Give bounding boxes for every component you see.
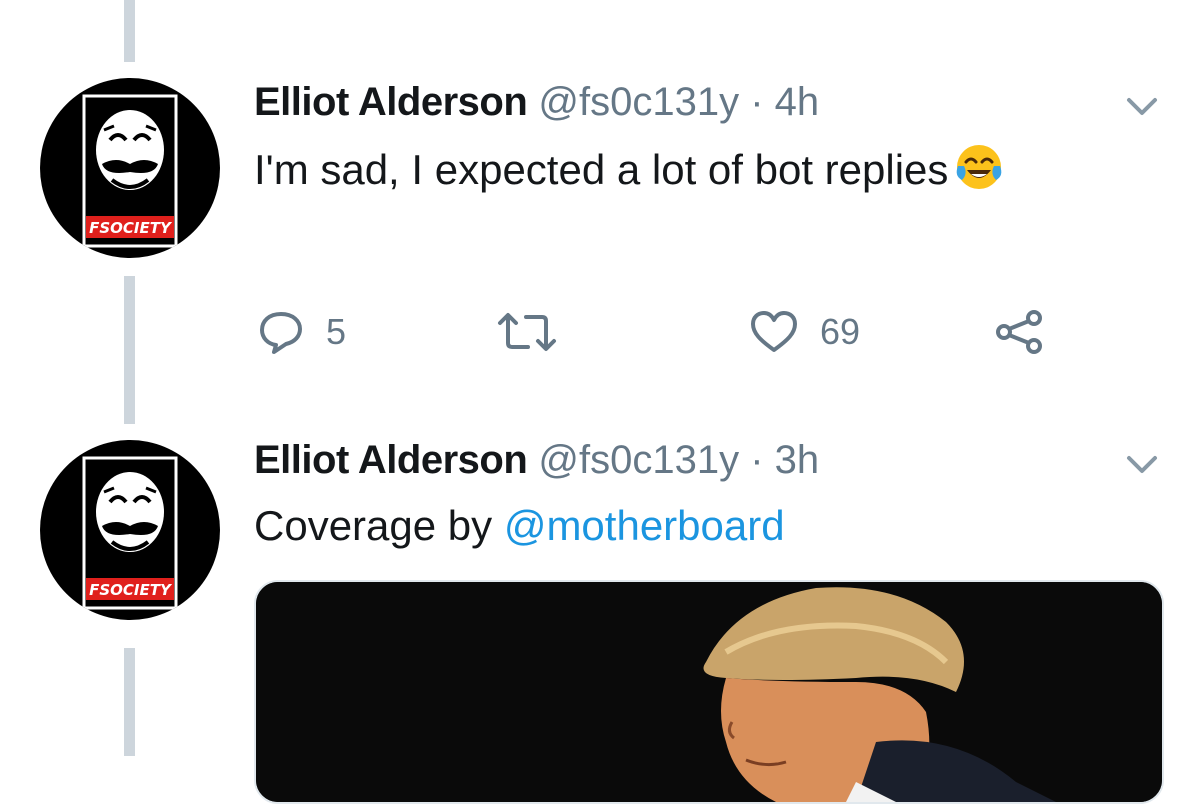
- tweet-text: Coverage by @motherboard: [254, 500, 785, 552]
- retweet-icon: [498, 313, 556, 351]
- thread-line: [124, 648, 135, 756]
- heart-icon: [751, 311, 797, 352]
- reply-count: 5: [326, 311, 347, 352]
- thread-line: [124, 276, 135, 424]
- chevron-down-icon[interactable]: [1126, 454, 1158, 476]
- share-icon: [996, 310, 1042, 354]
- fsociety-mask-icon: FSOCIETY: [82, 94, 178, 248]
- like-count: 69: [820, 311, 861, 352]
- tweet-text: I'm sad, I expected a lot of bot replies: [254, 142, 1004, 196]
- avatar[interactable]: FSOCIETY: [40, 440, 220, 620]
- tweet-body: Coverage by: [254, 502, 504, 549]
- reply-button[interactable]: 5: [258, 302, 346, 362]
- avatar-label: FSOCIETY: [89, 581, 173, 599]
- avatar[interactable]: FSOCIETY: [40, 78, 220, 258]
- thread-line: [124, 0, 135, 62]
- separator-dot: ·: [750, 438, 764, 482]
- avatar-label: FSOCIETY: [89, 219, 173, 237]
- tweet-header: Elliot Alderson @fs0c131y · 3h: [254, 436, 819, 484]
- separator-dot: ·: [750, 80, 764, 124]
- author-name[interactable]: Elliot Alderson: [254, 80, 528, 124]
- like-button[interactable]: 69: [750, 302, 860, 362]
- author-name[interactable]: Elliot Alderson: [254, 438, 528, 482]
- tweet-media-image[interactable]: [254, 580, 1164, 804]
- fsociety-mask-icon: FSOCIETY: [82, 456, 178, 610]
- chevron-down-icon[interactable]: [1126, 96, 1158, 118]
- tweet-body: I'm sad, I expected a lot of bot replies: [254, 146, 949, 193]
- photo-icon: [256, 582, 1162, 802]
- tweet-actions: 5 69: [254, 302, 1114, 362]
- share-button[interactable]: [994, 302, 1044, 362]
- tweet-timestamp[interactable]: 3h: [775, 438, 820, 482]
- retweet-button[interactable]: [496, 302, 580, 362]
- face-with-tears-of-joy-icon: [957, 145, 1002, 189]
- author-handle[interactable]: @fs0c131y: [538, 80, 739, 124]
- tweet-header: Elliot Alderson @fs0c131y · 4h: [254, 78, 819, 126]
- reply-icon: [260, 312, 302, 354]
- tweet-timestamp[interactable]: 4h: [775, 80, 820, 124]
- author-handle[interactable]: @fs0c131y: [538, 438, 739, 482]
- mention-link[interactable]: @motherboard: [504, 502, 785, 549]
